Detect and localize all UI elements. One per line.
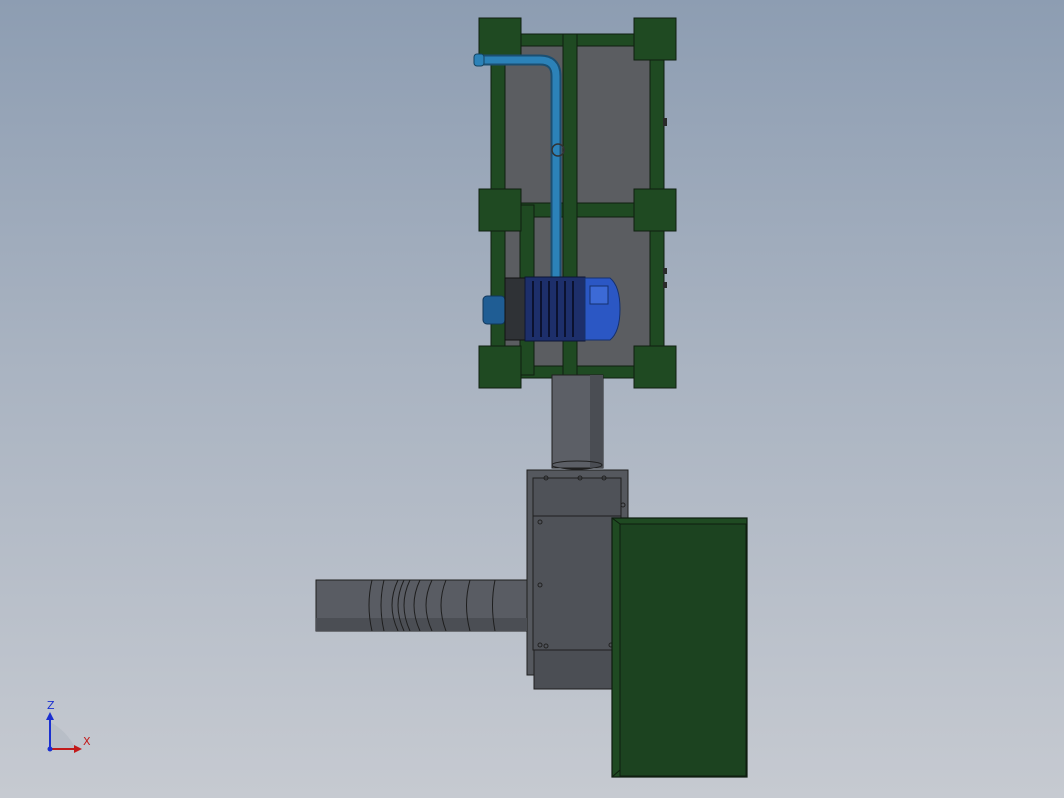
frame-post [478,188,522,232]
fan-housing-inner [532,477,622,651]
pipe-flange [473,53,485,67]
control-cabinet[interactable] [611,517,748,778]
inlet-duct-shade [316,618,527,631]
frame-bracket [663,268,667,274]
triad-z-label: Z [47,699,55,712]
vertical-duct[interactable] [551,374,604,470]
triad-z-arrow [46,712,54,720]
motor-base [504,277,526,341]
frame-panel-upper [504,44,652,206]
frame-post [633,188,677,232]
cabinet-door [619,523,747,777]
fan-housing-base [533,649,615,690]
inlet-duct[interactable] [315,579,528,632]
frame-post [633,345,677,389]
motor-terminal-box [589,285,609,305]
frame-post [478,17,522,61]
cad-graphics-viewport[interactable]: Z X [0,0,1064,798]
triad-x-arrow [74,745,82,753]
orientation-triad [46,712,82,753]
frame-post [633,17,677,61]
frame-post [478,345,522,389]
triad-origin [47,746,53,752]
duct-riser-shade [590,375,603,468]
motor-coupling-flange [482,295,506,325]
triad-plane-icon [50,722,76,749]
frame-bracket [663,282,667,288]
cad-model-view[interactable] [0,0,1064,798]
frame-bracket [663,118,667,126]
triad-x-label: X [83,735,91,748]
